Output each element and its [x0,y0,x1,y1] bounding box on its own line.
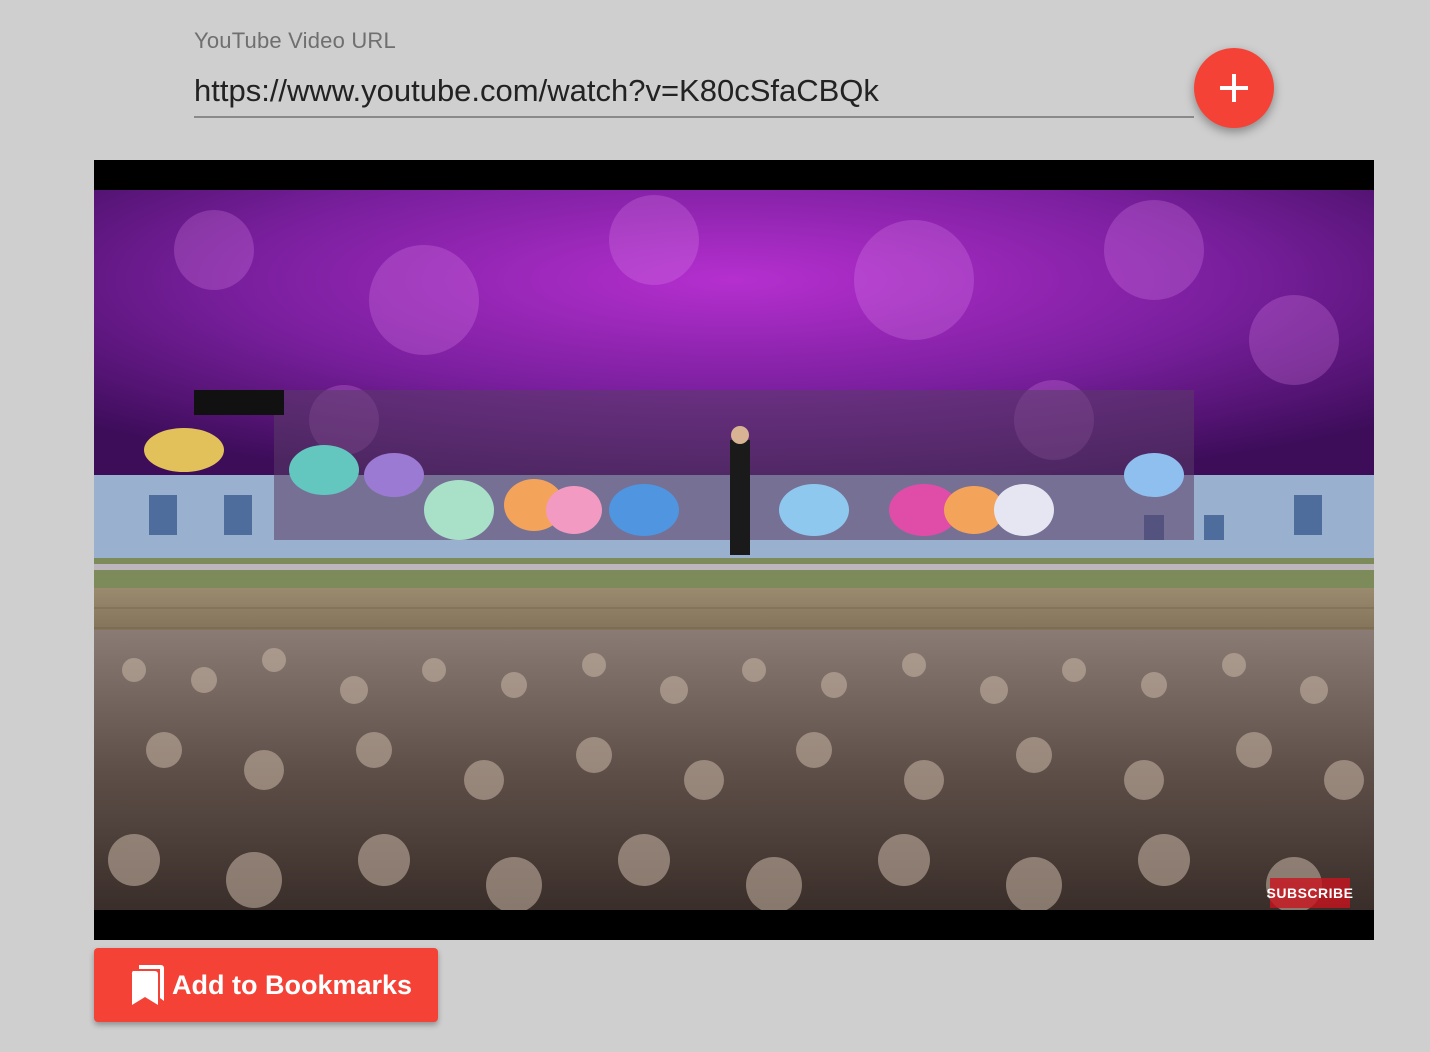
youtube-url-input[interactable] [194,66,1194,118]
url-field-label: YouTube Video URL [194,28,396,53]
plus-icon [1220,74,1248,102]
video-frame-image: SUBSCRIBE [94,190,1374,910]
bookmarks-icon [131,965,164,1005]
url-field: YouTube Video URL [194,28,1194,120]
video-player[interactable]: SUBSCRIBE [94,160,1374,940]
subscribe-badge[interactable]: SUBSCRIBE [1267,878,1353,908]
add-video-button[interactable] [1194,48,1274,128]
add-to-bookmarks-button[interactable]: Add to Bookmarks [94,948,438,1022]
add-to-bookmarks-label: Add to Bookmarks [172,969,413,1000]
